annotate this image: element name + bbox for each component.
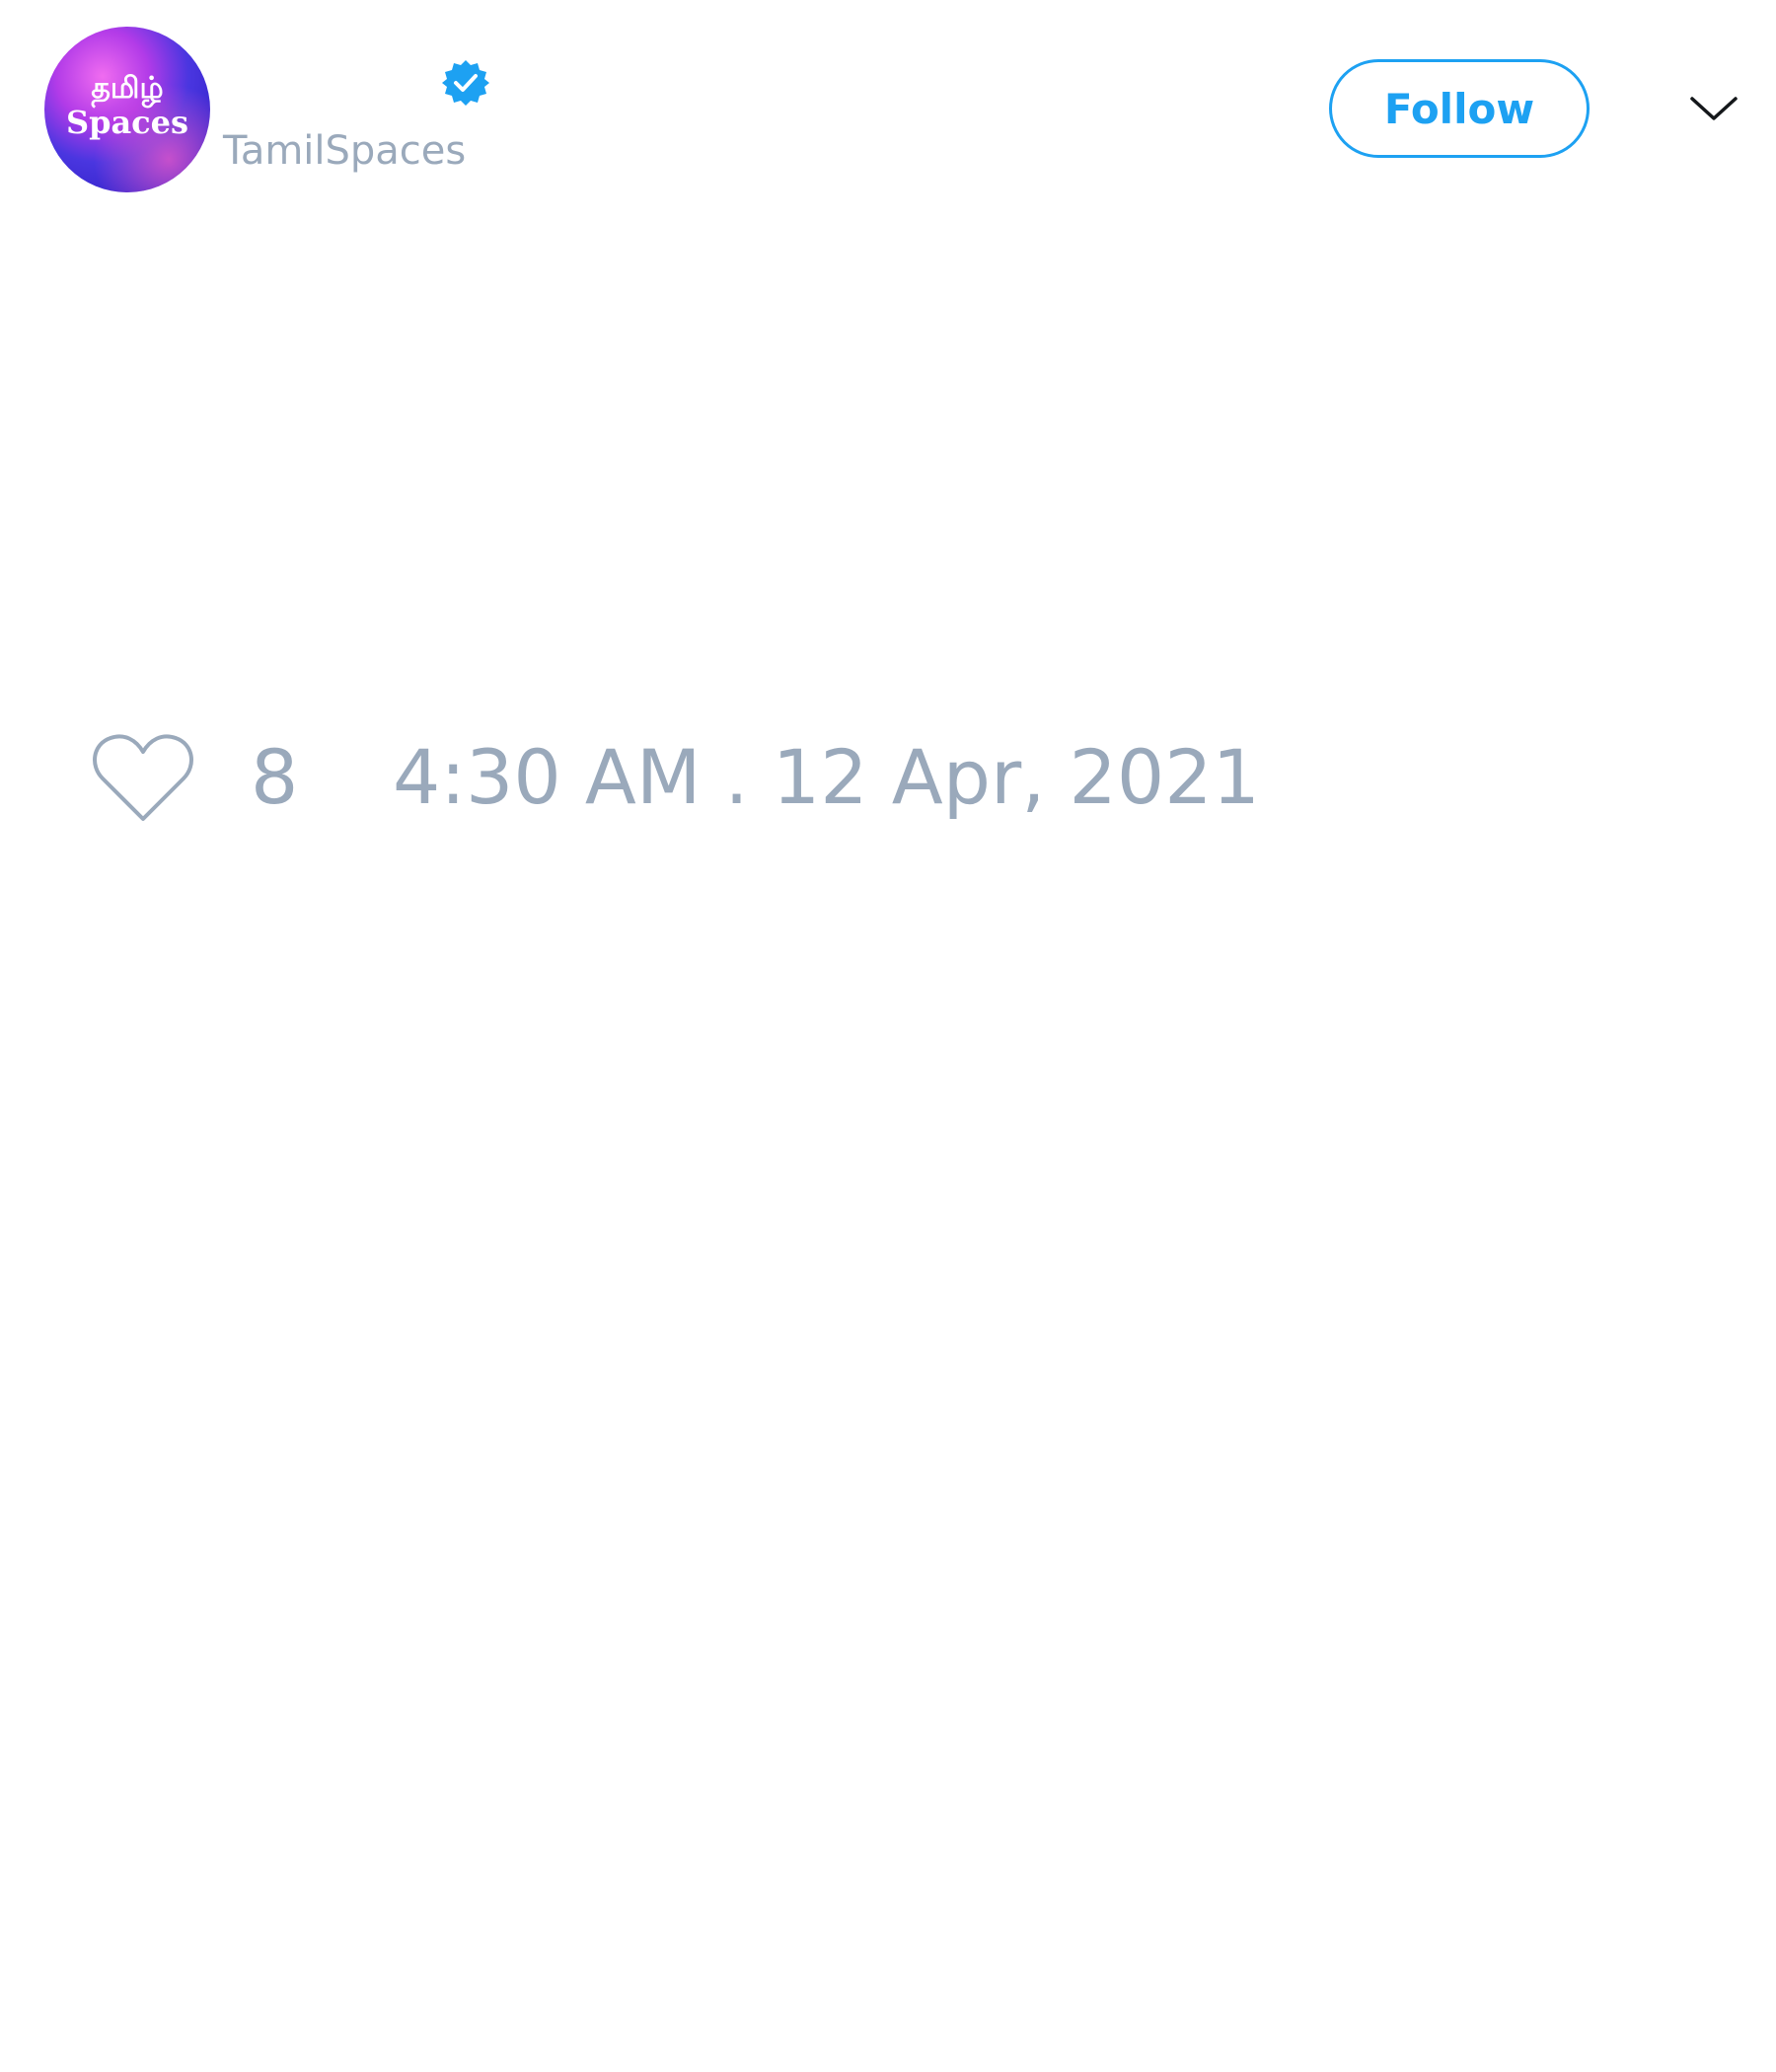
verified-badge-icon [442, 60, 489, 106]
user-handle[interactable]: TamilSpaces [223, 124, 466, 178]
tamil-spaces-logo: தமிழ் Spaces [44, 27, 210, 192]
like-count: 8 [251, 733, 299, 821]
avatar-text-line2: Spaces [66, 104, 188, 141]
follow-button[interactable]: Follow [1329, 59, 1590, 158]
avatar[interactable]: தமிழ் Spaces [44, 27, 210, 192]
tweet-timestamp[interactable]: 4:30 AM . 12 Apr, 2021 [393, 734, 1260, 821]
chevron-down-icon[interactable] [1689, 89, 1739, 128]
heart-outline-icon[interactable] [89, 728, 197, 827]
